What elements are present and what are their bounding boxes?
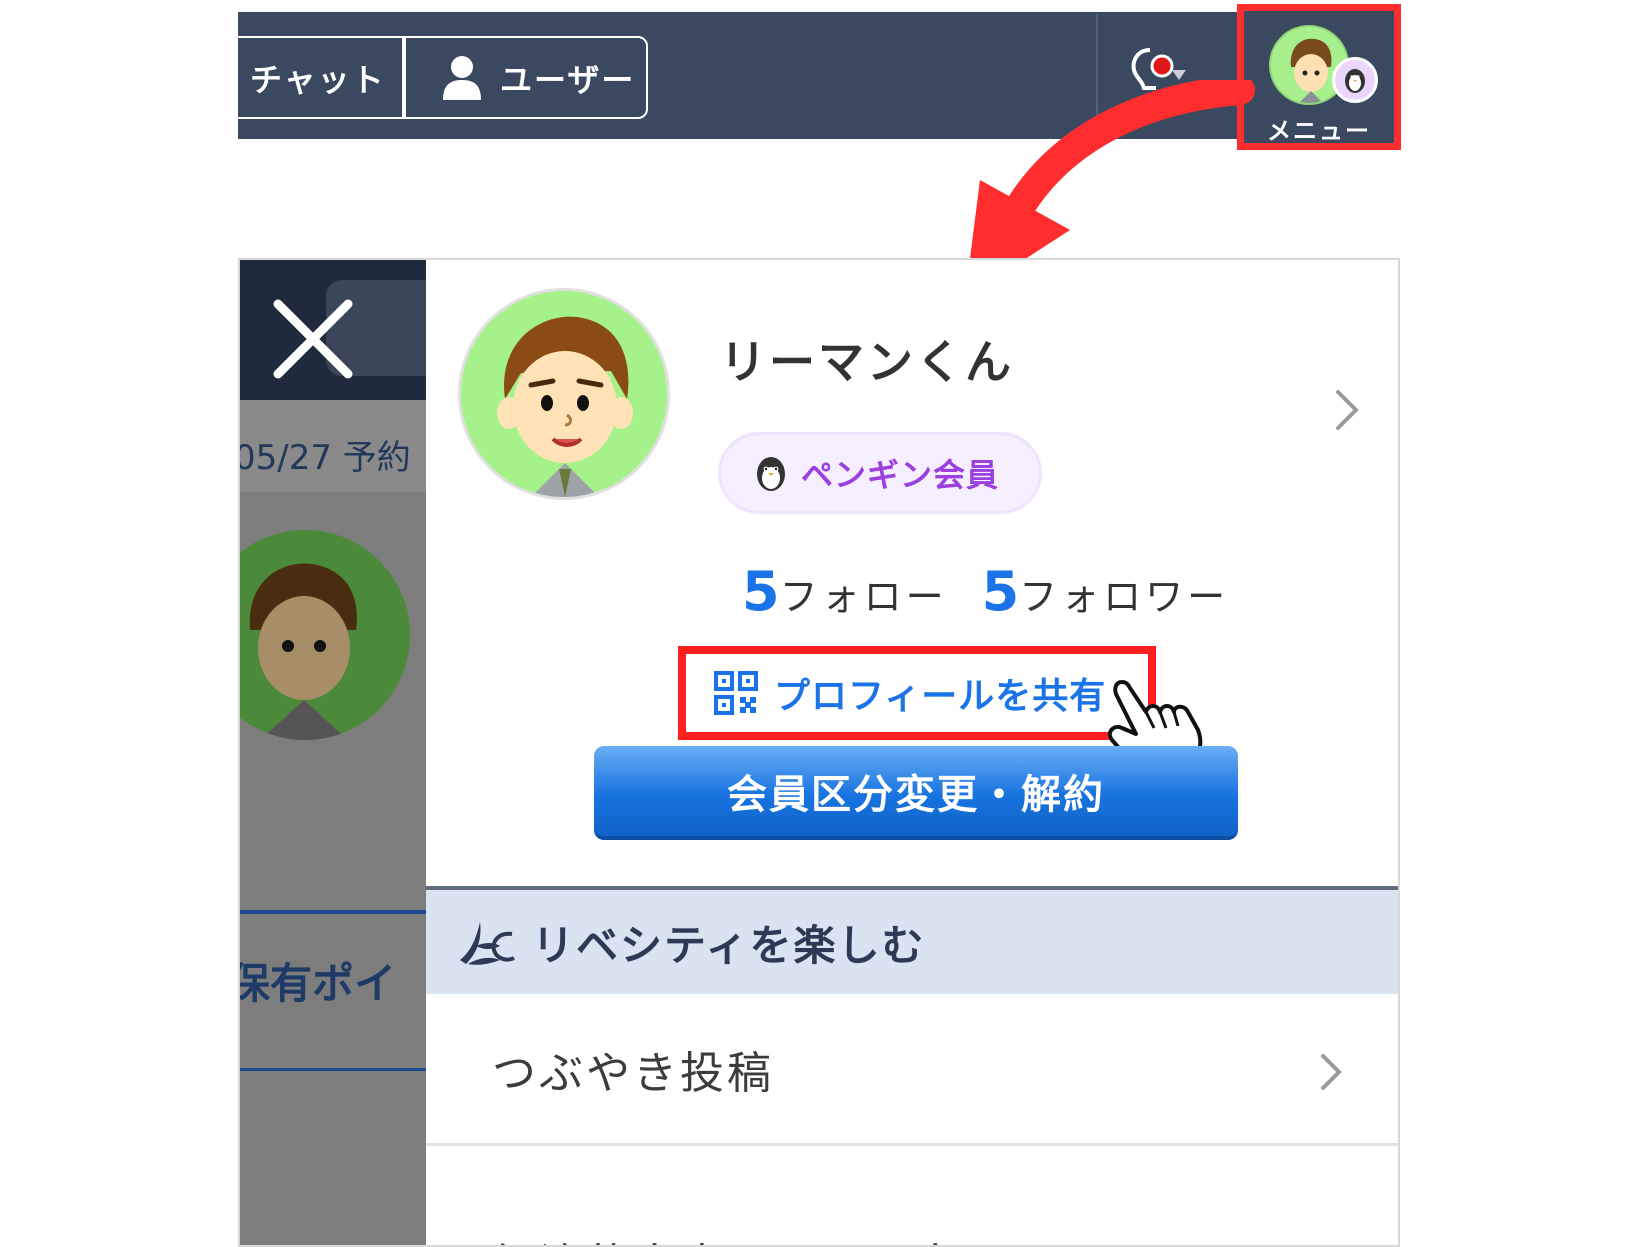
chevron-right-icon bbox=[1321, 1054, 1342, 1090]
follow-label[interactable]: フォロー bbox=[780, 575, 948, 619]
menu-item-label: 経済的自由をつくる宿題リスト bbox=[492, 1229, 1149, 1246]
profile-name[interactable]: リーマンくん bbox=[720, 326, 1014, 392]
dimmed-background-page: 05/27 予約 保有ポイ bbox=[240, 260, 426, 1245]
menu-panel: リーマンくん ペンギン会員 5フォロー 5フォロワー プロフィールを共有 会員区… bbox=[426, 260, 1398, 1246]
follow-count[interactable]: 5 bbox=[742, 560, 780, 623]
follower-count[interactable]: 5 bbox=[982, 560, 1020, 623]
tutorial-image: チャット ユーザー メニュー 05/27 予約 保有ポイ リーマンくん ペンギン… bbox=[0, 0, 1638, 1247]
close-icon[interactable] bbox=[268, 294, 358, 384]
follower-label[interactable]: フォロワー bbox=[1019, 575, 1229, 619]
penguin-badge-icon bbox=[1332, 57, 1378, 103]
menu-item-label: つぶやき投稿 bbox=[492, 1047, 774, 1099]
section-header: リベシティを楽しむ bbox=[426, 886, 1398, 994]
menu-label: メニュー bbox=[1267, 117, 1371, 145]
background-avatar bbox=[240, 530, 410, 740]
tab-user-label: ユーザー bbox=[500, 60, 636, 99]
penguin-icon bbox=[757, 457, 785, 491]
change-membership-button[interactable]: 会員区分変更・解約 bbox=[594, 746, 1238, 840]
share-profile-label: プロフィールを共有 bbox=[774, 676, 1107, 717]
tab-user[interactable]: ユーザー bbox=[404, 36, 648, 119]
user-icon bbox=[443, 55, 481, 100]
menu-item-homework-list[interactable]: 経済的自由をつくる宿題リスト bbox=[426, 1146, 1398, 1246]
background-points: 保有ポイ bbox=[240, 959, 397, 1008]
change-membership-label: 会員区分変更・解約 bbox=[727, 772, 1105, 818]
share-profile-button[interactable]: プロフィールを共有 bbox=[678, 646, 1156, 740]
menu-screenshot: 05/27 予約 保有ポイ リーマンくん ペンギン会員 5フォロー 5フォロワー… bbox=[238, 258, 1400, 1247]
menu-button-highlight[interactable]: メニュー bbox=[1237, 4, 1401, 150]
background-date: 05/27 予約 bbox=[240, 438, 411, 478]
chevron-right-icon[interactable] bbox=[1332, 388, 1362, 432]
follow-stats: 5フォロー 5フォロワー bbox=[742, 560, 1229, 623]
menu-item-tweet[interactable]: つぶやき投稿 bbox=[426, 994, 1398, 1146]
libecity-leaf-icon bbox=[460, 922, 515, 965]
section-title: リベシティを楽しむ bbox=[532, 920, 926, 970]
membership-badge: ペンギン会員 bbox=[718, 432, 1042, 514]
tab-chat-label: チャット bbox=[250, 60, 386, 99]
profile-avatar[interactable] bbox=[458, 288, 670, 500]
qr-code-icon bbox=[714, 671, 758, 715]
badge-label: ペンギン会員 bbox=[801, 456, 1000, 494]
tab-chat[interactable]: チャット bbox=[238, 36, 404, 119]
